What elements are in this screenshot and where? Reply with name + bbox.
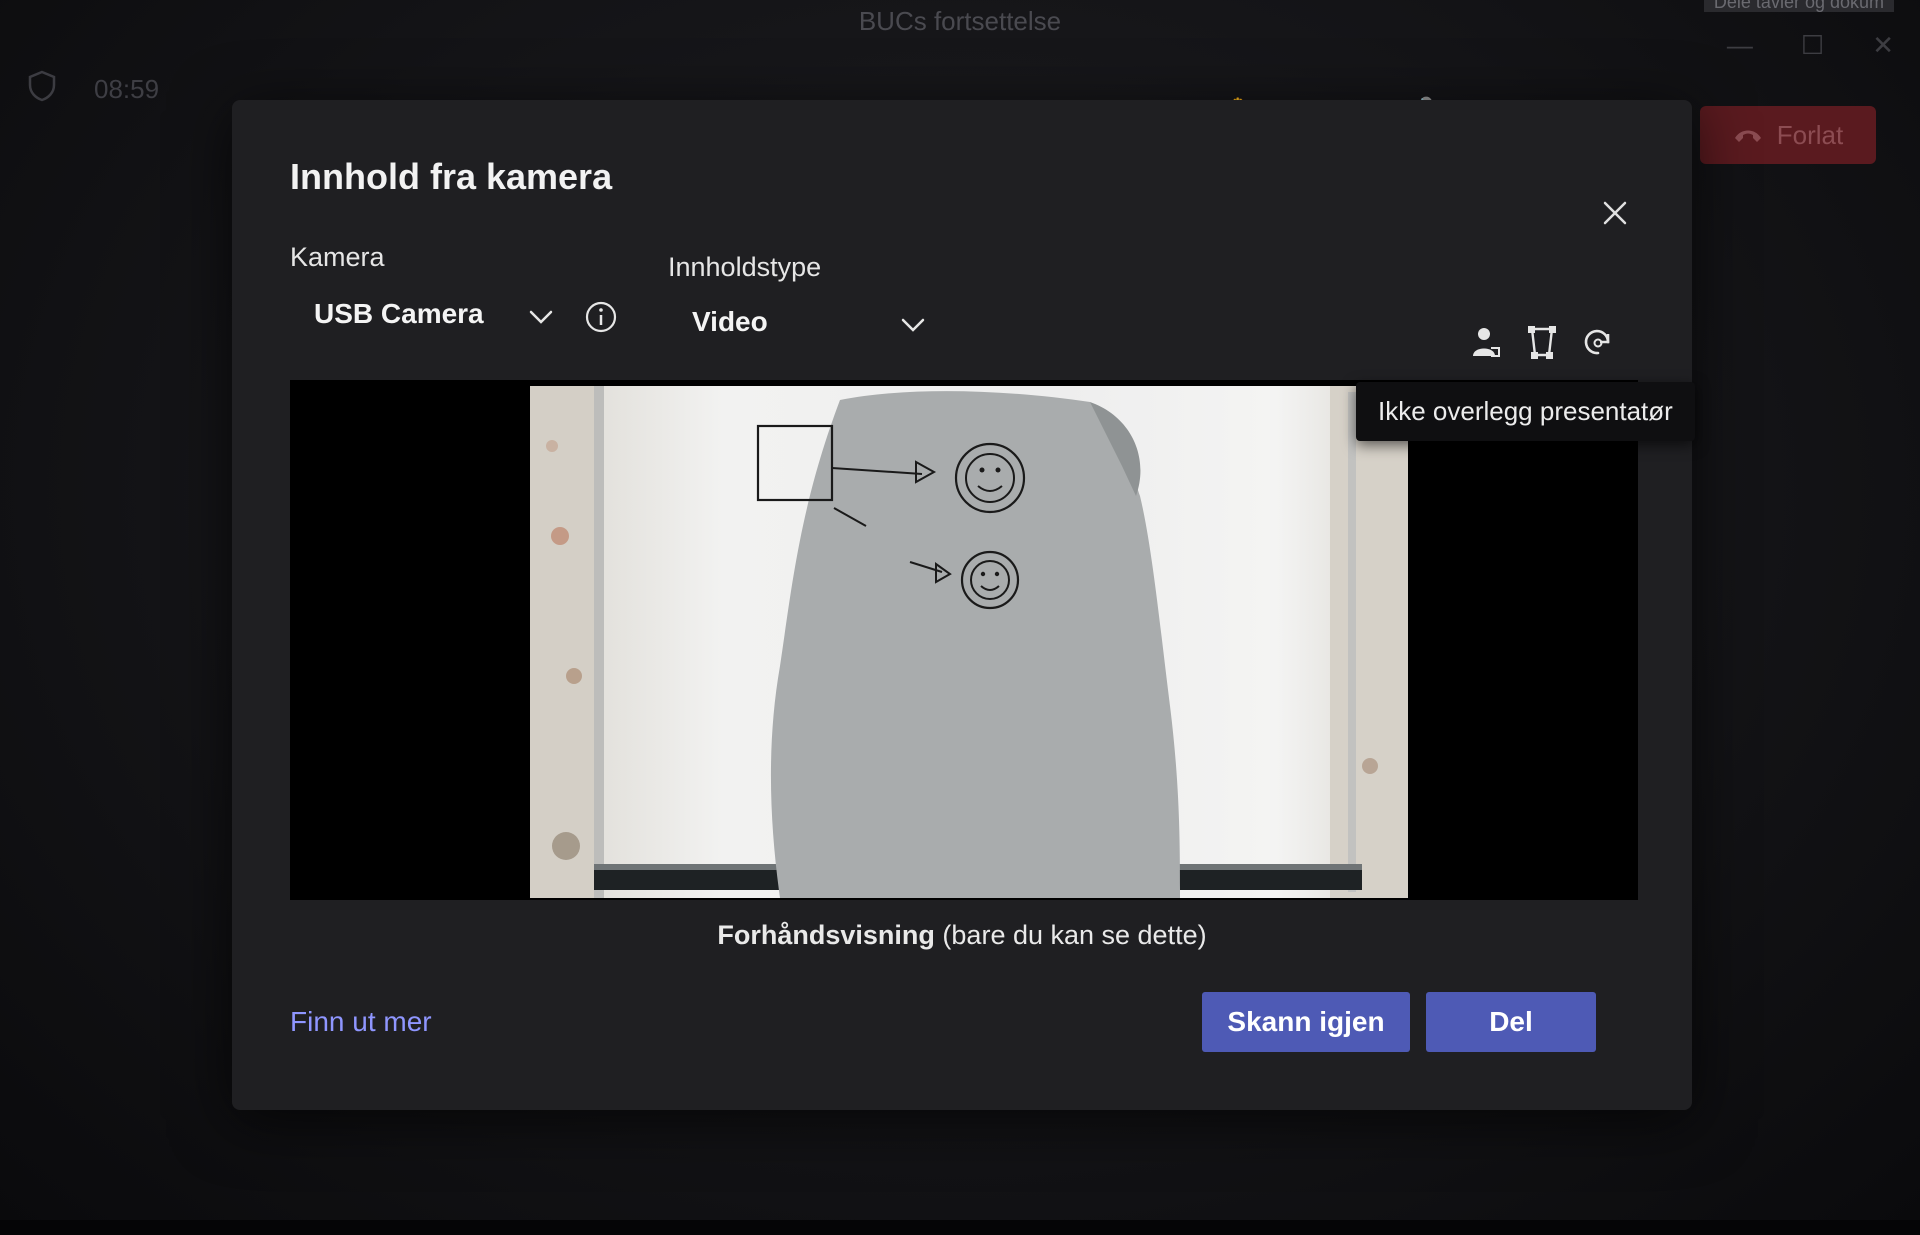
frame-icon[interactable] — [1522, 322, 1562, 362]
screen-edge — [0, 1220, 1920, 1235]
rescan-button[interactable]: Skann igjen — [1202, 992, 1410, 1052]
maximize-icon[interactable]: ☐ — [1801, 30, 1824, 61]
tooltip: Ikke overlegg presentatør — [1356, 382, 1695, 441]
info-icon[interactable] — [584, 300, 618, 334]
content-type-label: Innholdstype — [668, 252, 822, 282]
chevron-down-icon[interactable] — [526, 302, 556, 332]
dialog-title: Innhold fra kamera — [290, 156, 613, 197]
rotate-icon[interactable] — [1578, 322, 1618, 362]
leave-label: Forlat — [1776, 119, 1844, 150]
screen: BUCs fortsettelse Dele tavler og dokum —… — [0, 0, 1920, 1235]
camera-select[interactable]: USB Camera — [314, 298, 484, 330]
camera-feed-image — [530, 386, 1408, 898]
presenter-overlay-icon[interactable] — [1466, 322, 1506, 362]
close-button[interactable] — [1592, 190, 1638, 236]
shield-icon — [28, 70, 56, 102]
minimize-icon[interactable]: — — [1727, 30, 1753, 61]
camera-preview — [290, 380, 1638, 900]
camera-content-dialog: Innhold fra kamera Kamera USB Camera Inn… — [232, 100, 1692, 1110]
preview-caption-bold: Forhåndsvisning — [717, 920, 935, 950]
preview-caption: Forhåndsvisning (bare du kan se dette) — [232, 920, 1692, 951]
learn-more-link[interactable]: Finn ut mer — [290, 1006, 432, 1038]
camera-label: Kamera — [290, 242, 385, 272]
chevron-down-icon[interactable] — [898, 310, 928, 340]
preview-caption-rest: (bare du kan se dette) — [934, 920, 1207, 950]
phone-icon — [1734, 130, 1761, 142]
leave-button[interactable]: Forlat — [1700, 106, 1876, 164]
window-controls: — ☐ ✕ — [1727, 30, 1894, 61]
content-type-select[interactable]: Video — [692, 306, 768, 338]
share-button[interactable]: Del — [1426, 992, 1596, 1052]
background-tab: Dele tavler og dokum — [1703, 0, 1894, 12]
window-title: BUCs fortsettelse — [858, 6, 1062, 36]
meeting-time: 08:59 — [94, 74, 160, 104]
close-icon — [1603, 201, 1627, 225]
close-window-icon[interactable]: ✕ — [1872, 30, 1894, 61]
